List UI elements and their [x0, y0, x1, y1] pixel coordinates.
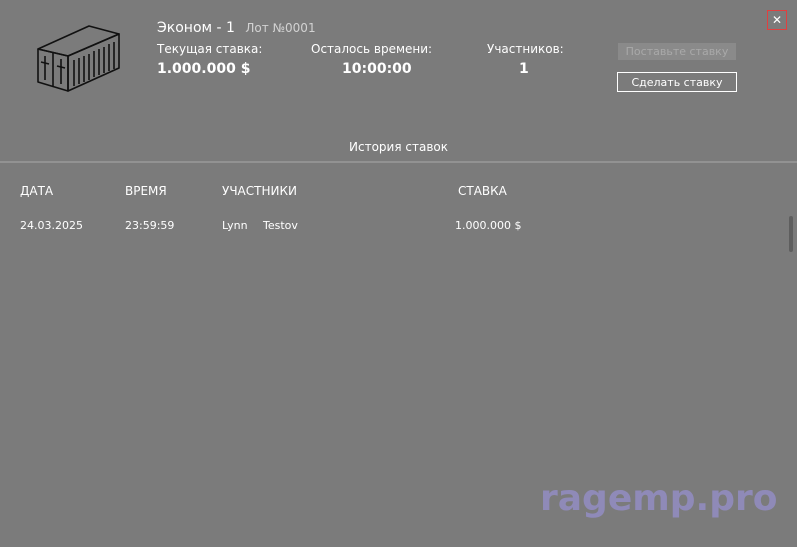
column-header-time: ВРЕМЯ [125, 184, 167, 198]
column-header-participants: УЧАСТНИКИ [222, 184, 297, 198]
row-first-name: Lynn [222, 219, 248, 232]
place-bid-button[interactable]: Сделать ставку [617, 72, 737, 92]
row-date: 24.03.2025 [20, 219, 83, 232]
lot-number: Лот №0001 [245, 21, 316, 35]
close-icon[interactable]: ✕ [767, 10, 787, 30]
lot-title: Эконом - 1 Лот №0001 [157, 20, 316, 36]
column-header-date: ДАТА [20, 184, 54, 198]
time-left-value: 10:00:00 [342, 61, 412, 77]
current-bid-label: Текущая ставка: [157, 42, 263, 56]
time-left-label: Осталось времени: [311, 42, 433, 56]
auction-lot-window: Эконом - 1 Лот №0001 Текущая ставка: 1.0… [0, 0, 797, 547]
watermark: ragemp.pro [540, 478, 778, 519]
participants-value: 1 [519, 61, 529, 77]
history-scrollbar[interactable] [789, 216, 793, 252]
participants-label: Участников: [487, 42, 564, 56]
lot-name: Эконом - 1 [157, 20, 235, 36]
row-time: 23:59:59 [125, 219, 175, 232]
history-title: История ставок [349, 140, 448, 154]
bid-amount-input[interactable] [618, 43, 736, 60]
current-bid-value: 1.000.000 $ [157, 61, 251, 77]
shipping-container-icon [37, 25, 120, 92]
row-bid: 1.000.000 $ [455, 219, 522, 232]
row-last-name: Testov [263, 219, 298, 232]
column-header-bid: СТАВКА [458, 184, 507, 198]
history-divider [0, 161, 797, 163]
